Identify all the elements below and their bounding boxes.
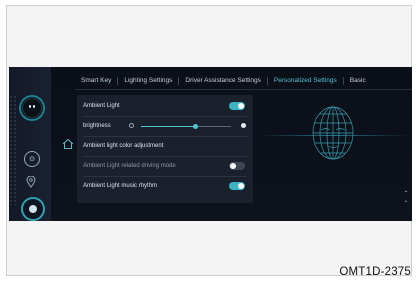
- brightness-row: brightness: [81, 117, 249, 135]
- music-rhythm-toggle[interactable]: [229, 182, 245, 190]
- slider-fill: [141, 126, 195, 127]
- toggle-knob: [238, 103, 244, 109]
- brightness-slider[interactable]: [141, 124, 231, 129]
- music-rhythm-label: Ambient Light music rhythm: [83, 183, 158, 189]
- brightness-high-icon: [241, 123, 246, 128]
- tab-lighting-settings[interactable]: Lighting Settings: [118, 75, 178, 87]
- tab-smart-key[interactable]: Smart Key: [75, 75, 117, 87]
- scroll-arrows-icon[interactable]: ⌃ ⌄: [402, 191, 410, 205]
- music-rhythm-row[interactable]: Ambient Light music rhythm: [81, 177, 249, 195]
- toggle-knob: [230, 163, 236, 169]
- settings-tabs: Smart Key Lighting Settings Driver Assis…: [75, 75, 405, 87]
- sidebar-texture: [9, 95, 17, 205]
- color-adjustment-row[interactable]: Ambient light color adjustment: [81, 137, 249, 155]
- slider-handle[interactable]: [193, 124, 198, 129]
- ambient-light-panel: Ambient Light brightness Ambient light c…: [77, 95, 253, 203]
- avatar-button[interactable]: [21, 97, 43, 119]
- ambient-light-label: Ambient Light: [83, 103, 120, 109]
- avatar-icon: [28, 105, 36, 111]
- infotainment-screen: ⊙ Smart Key Lighting Settings Driver Ass…: [9, 67, 412, 221]
- tab-driver-assistance[interactable]: Driver Assistance Settings: [179, 75, 267, 87]
- brightness-label: brightness: [83, 123, 111, 129]
- toggle-knob: [238, 183, 244, 189]
- driving-mode-row[interactable]: Ambient Light related driving mode: [81, 157, 249, 175]
- tab-basic[interactable]: Basic: [344, 75, 372, 87]
- driving-mode-toggle[interactable]: [229, 162, 245, 170]
- driving-mode-label: Ambient Light related driving mode: [83, 163, 176, 169]
- media-icon[interactable]: [21, 197, 45, 221]
- color-adjustment-label: Ambient light color adjustment: [83, 143, 164, 149]
- ambient-light-row[interactable]: Ambient Light: [81, 97, 249, 115]
- brightness-low-icon: [129, 123, 134, 128]
- steering-icon[interactable]: ⊙: [24, 151, 40, 167]
- location-icon[interactable]: [24, 175, 38, 189]
- tabs-underline: [75, 89, 412, 90]
- face-scan-icon: [312, 106, 354, 160]
- left-sidebar: ⊙: [9, 67, 51, 221]
- tab-personalized-settings[interactable]: Personalized Settings: [268, 75, 343, 87]
- home-icon[interactable]: [62, 138, 74, 150]
- figure-code: OMT1D-2375: [339, 266, 411, 278]
- ambient-light-toggle[interactable]: [229, 102, 245, 110]
